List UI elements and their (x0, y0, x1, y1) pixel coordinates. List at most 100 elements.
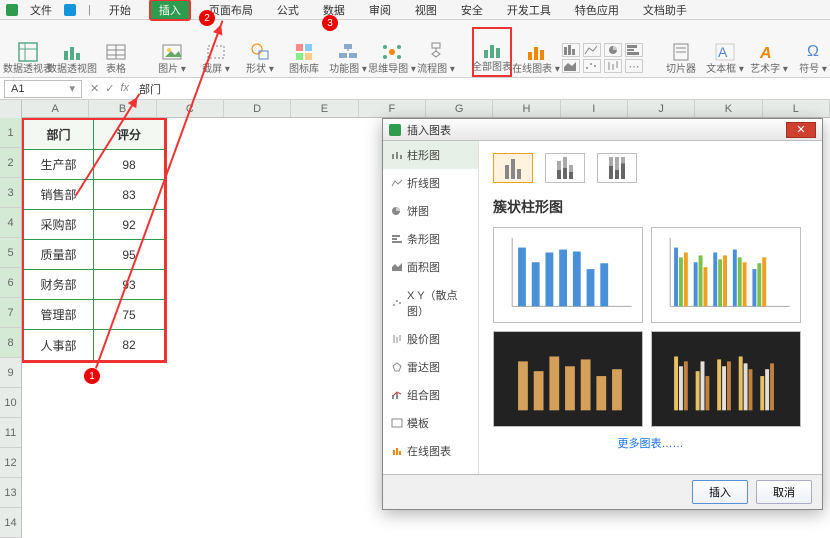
dingtalk-icon[interactable] (64, 4, 76, 16)
menu-view[interactable]: 视图 (409, 0, 443, 20)
chart-type-item-radar[interactable]: 雷达图 (383, 353, 478, 381)
fx-ok-icon[interactable]: ✓ (105, 82, 114, 95)
chart-type-item-stock[interactable]: 股价图 (383, 325, 478, 353)
chart-type-item-area[interactable]: 面积图 (383, 253, 478, 281)
btn-iconlib[interactable]: 图标库 (284, 27, 324, 77)
row-header[interactable]: 14 (0, 508, 21, 538)
row-header[interactable]: 10 (0, 388, 21, 418)
subtype-100stacked[interactable] (597, 153, 637, 183)
mini-chart-scatter[interactable] (583, 59, 601, 73)
mini-chart-stock[interactable] (604, 59, 622, 73)
col-header[interactable]: L (763, 100, 830, 117)
table-cell[interactable]: 98 (94, 150, 164, 180)
btn-wordart[interactable]: A艺术字 ▾ (749, 27, 789, 77)
chart-preview-2[interactable] (651, 227, 801, 323)
btn-online-chart[interactable]: 在线图表 ▾ (516, 27, 556, 77)
btn-flowchart[interactable]: 流程图 ▾ (416, 27, 456, 77)
chart-type-item-column[interactable]: 柱形图 (383, 141, 478, 169)
mini-chart-line[interactable] (583, 43, 601, 57)
btn-picture[interactable]: 图片 ▾ (152, 27, 192, 77)
col-header[interactable]: E (291, 100, 358, 117)
row-header[interactable]: 8 (0, 328, 21, 358)
row-header[interactable]: 13 (0, 478, 21, 508)
dialog-titlebar[interactable]: 插入图表 ✕ (383, 119, 822, 141)
col-header[interactable]: A (22, 100, 89, 117)
table-cell[interactable]: 95 (94, 240, 164, 270)
dialog-close-button[interactable]: ✕ (786, 122, 816, 138)
row-header[interactable]: 9 (0, 358, 21, 388)
mini-chart-bar[interactable] (625, 43, 643, 57)
table-cell[interactable]: 75 (94, 300, 164, 330)
table-cell[interactable]: 生产部 (24, 150, 94, 180)
menu-home[interactable]: 开始 (103, 0, 137, 20)
row-header[interactable]: 11 (0, 418, 21, 448)
chart-type-item-online[interactable]: 在线图表 (383, 437, 478, 465)
menu-formula[interactable]: 公式 (271, 0, 305, 20)
col-header[interactable]: J (628, 100, 695, 117)
select-all-corner[interactable] (0, 100, 22, 118)
name-box[interactable]: A1▾ (4, 80, 82, 98)
btn-pivot-chart[interactable]: 数据透视图 (52, 27, 92, 77)
chart-preview-3[interactable] (493, 331, 643, 427)
row-header[interactable]: 12 (0, 448, 21, 478)
table-cell[interactable]: 财务部 (24, 270, 94, 300)
btn-all-charts[interactable]: 全部图表 (472, 27, 512, 77)
btn-smartart[interactable]: 功能图 ▾ (328, 27, 368, 77)
subtype-clustered[interactable] (493, 153, 533, 183)
table-cell[interactable]: 管理部 (24, 300, 94, 330)
fx-cancel-icon[interactable]: ✕ (90, 82, 99, 95)
mini-chart-area[interactable] (562, 59, 580, 73)
chart-preview-4[interactable] (651, 331, 801, 427)
chart-preview-1[interactable] (493, 227, 643, 323)
table-cell[interactable]: 采购部 (24, 210, 94, 240)
chart-type-item-pie[interactable]: 饼图 (383, 197, 478, 225)
btn-symbol[interactable]: Ω符号 ▾ (793, 27, 830, 77)
row-header[interactable]: 3 (0, 178, 21, 208)
col-header[interactable]: F (359, 100, 426, 117)
btn-shape[interactable]: 形状 ▾ (240, 27, 280, 77)
menu-insert[interactable]: 插入 (149, 0, 191, 21)
menu-dev[interactable]: 开发工具 (501, 0, 557, 20)
data-table[interactable]: 部门 评分 生产部98 销售部83 采购部92 质量部95 财务部93 管理部7… (22, 118, 166, 362)
btn-mindmap[interactable]: 思维导图 ▾ (372, 27, 412, 77)
chart-type-item-combo[interactable]: 组合图 (383, 381, 478, 409)
dialog-ok-button[interactable]: 插入 (692, 480, 748, 504)
col-header[interactable]: I (561, 100, 628, 117)
col-header[interactable]: D (224, 100, 291, 117)
col-header[interactable]: G (426, 100, 493, 117)
row-header[interactable]: 5 (0, 238, 21, 268)
row-header[interactable]: 4 (0, 208, 21, 238)
mini-chart-more[interactable]: ⋯ (625, 59, 643, 73)
btn-table[interactable]: 表格 (96, 27, 136, 77)
chart-type-item-scatter[interactable]: X Y（散点图） (383, 281, 478, 325)
col-header[interactable]: K (695, 100, 762, 117)
row-header[interactable]: 2 (0, 148, 21, 178)
chart-type-item-line[interactable]: 折线图 (383, 169, 478, 197)
btn-pivot-table[interactable]: 数据透视表 (8, 27, 48, 77)
table-cell[interactable]: 部门 (24, 120, 94, 150)
formula-bar[interactable]: 部门 (133, 81, 830, 97)
menu-dochelper[interactable]: 文档助手 (637, 0, 693, 20)
mini-chart-col[interactable] (562, 43, 580, 57)
fx-icon[interactable]: fx (120, 82, 129, 95)
chart-type-item-template[interactable]: 模板 (383, 409, 478, 437)
mini-chart-pie[interactable] (604, 43, 622, 57)
chart-type-item-bar[interactable]: 条形图 (383, 225, 478, 253)
dialog-cancel-button[interactable]: 取消 (756, 480, 812, 504)
row-header[interactable]: 6 (0, 268, 21, 298)
table-cell[interactable]: 质量部 (24, 240, 94, 270)
subtype-stacked[interactable] (545, 153, 585, 183)
table-cell[interactable]: 92 (94, 210, 164, 240)
col-header[interactable]: H (493, 100, 560, 117)
btn-slicer[interactable]: 切片器 (661, 27, 701, 77)
menu-review[interactable]: 审阅 (363, 0, 397, 20)
row-header[interactable]: 1 (0, 118, 21, 148)
table-cell[interactable]: 人事部 (24, 330, 94, 360)
menu-special[interactable]: 特色应用 (569, 0, 625, 20)
menu-file[interactable]: 文件 (30, 2, 52, 18)
menu-security[interactable]: 安全 (455, 0, 489, 20)
col-header[interactable]: B (89, 100, 156, 117)
btn-textbox[interactable]: A文本框 ▾ (705, 27, 745, 77)
row-header[interactable]: 7 (0, 298, 21, 328)
more-charts-link[interactable]: 更多图表…… (493, 427, 808, 459)
